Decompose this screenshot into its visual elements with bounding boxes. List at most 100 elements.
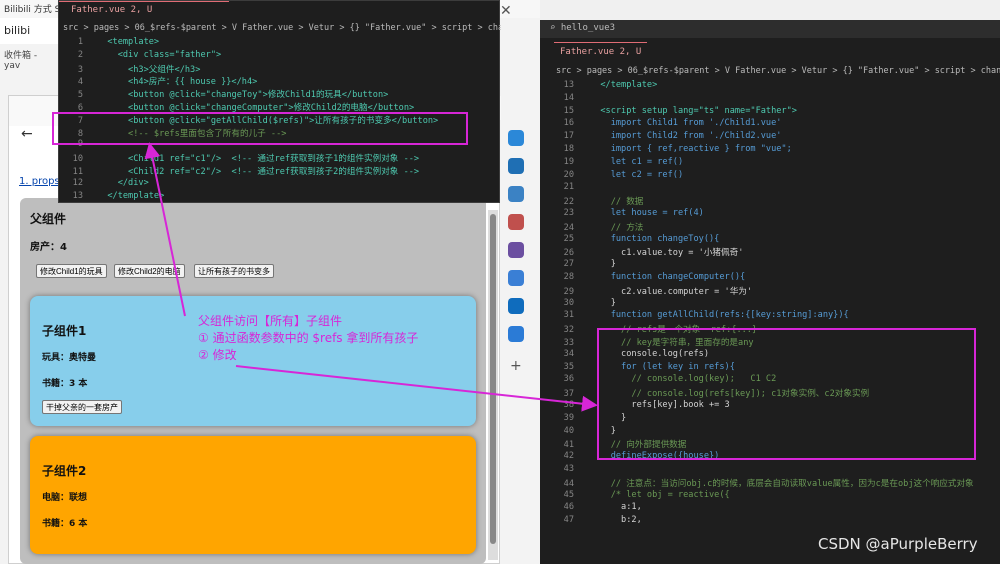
- editor-tab[interactable]: Father.vue 2, U: [554, 42, 648, 62]
- search-box[interactable]: ⌕ hello_vue3: [540, 20, 1000, 38]
- code-line: 43: [540, 464, 1000, 477]
- line-number: 39: [563, 412, 574, 423]
- bookmark-item[interactable]: 收件箱 - yav: [0, 44, 60, 71]
- code-text[interactable]: <script setup lang="ts" name="Father">: [590, 106, 797, 116]
- line-number: 35: [563, 361, 574, 372]
- code-text[interactable]: <h4>房产：{{ house }}</h4>: [97, 77, 257, 87]
- code-text[interactable]: import Child1 from './Child1.vue': [590, 118, 782, 128]
- line-number: 13: [72, 190, 83, 201]
- add-icon[interactable]: +: [510, 358, 522, 374]
- line-number: 27: [563, 259, 574, 270]
- code-popup-window: Father.vue 2, U src > pages > 06_$refs-$…: [58, 0, 501, 203]
- line-number: 16: [563, 118, 574, 129]
- tag-icon[interactable]: [508, 186, 524, 202]
- briefcase-icon[interactable]: [508, 214, 524, 230]
- breadcrumb: src > pages > 06_$refs-$parent > V Fathe…: [63, 23, 501, 33]
- line-number: 47: [563, 515, 574, 526]
- editor-tab[interactable]: Father.vue 2, U: [59, 1, 229, 19]
- line-number: 21: [563, 182, 574, 193]
- code-text[interactable]: <Child2 ref="c2"/> <!-- 通过ref获取到孩子2的组件实例…: [97, 167, 419, 177]
- code-line: 3 <h3>父组件</h3>: [59, 63, 501, 76]
- code-line: 22 // 数据: [540, 195, 1000, 208]
- code-text[interactable]: function getAllChild(refs:{[key:string]:…: [590, 310, 849, 320]
- line-number: 14: [563, 92, 574, 103]
- line-number: 13: [563, 80, 574, 90]
- highlight-box-template: [52, 112, 468, 145]
- code-text[interactable]: // 方法: [590, 223, 644, 233]
- child1-title: 子组件1: [42, 324, 87, 338]
- line-number: 24: [563, 222, 574, 233]
- send-icon[interactable]: [508, 326, 524, 342]
- scrollbar[interactable]: [488, 210, 498, 560]
- code-line: 24 // 方法: [540, 221, 1000, 234]
- code-text[interactable]: }: [590, 298, 616, 308]
- code-text[interactable]: <div class="father">: [97, 50, 222, 60]
- line-number: 18: [563, 143, 574, 154]
- code-text[interactable]: function changeComputer(){: [590, 272, 746, 282]
- line-number: 45: [563, 489, 574, 500]
- line-number: 37: [563, 389, 574, 400]
- annotation-text: 父组件访问【所有】子组件 ① 通过函数参数中的 $refs 拿到所有孩子 ② 修…: [198, 313, 418, 364]
- code-text[interactable]: let house = ref(4): [590, 208, 704, 218]
- copilot-icon[interactable]: [508, 130, 524, 146]
- code-line: 1 <template>: [59, 37, 501, 50]
- code-text[interactable]: // 数据: [590, 197, 644, 207]
- code-line: 15 <script setup lang="ts" name="Father"…: [540, 106, 1000, 119]
- code-text[interactable]: <template>: [97, 37, 159, 47]
- code-line: 17 import Child2 from './Child2.vue': [540, 131, 1000, 144]
- father-house: 房产：4: [30, 242, 67, 253]
- breadcrumb: src > pages > 06_$refs-$parent > V Fathe…: [556, 66, 1000, 76]
- line-number: 2: [77, 49, 83, 60]
- code-line: 13 </template>: [540, 80, 1000, 93]
- line-number: 1: [77, 37, 83, 47]
- code-line: 12 </div>: [59, 178, 501, 191]
- code-text[interactable]: c1.value.toy = '小猪佩奇': [590, 248, 743, 258]
- code-text[interactable]: <Child1 ref="c1"/> <!-- 通过ref获取到孩子1的组件实例…: [97, 154, 419, 164]
- get-all-child-button[interactable]: 让所有孩子的书变多: [194, 264, 274, 278]
- edge-icon[interactable]: [508, 270, 524, 286]
- search-icon[interactable]: [508, 158, 524, 174]
- line-number: 40: [563, 425, 574, 436]
- code-line: 31 function getAllChild(refs:{[key:strin…: [540, 310, 1000, 323]
- code-text[interactable]: a:1,: [590, 502, 642, 512]
- code-text[interactable]: b:2,: [590, 515, 642, 525]
- line-number: 4: [77, 77, 83, 88]
- code-text[interactable]: c2.value.computer = '华为': [590, 287, 752, 297]
- code-text[interactable]: import { ref,reactive } from "vue";: [590, 144, 792, 154]
- line-number: 44: [563, 478, 574, 489]
- line-number: 28: [563, 271, 574, 282]
- line-number: 19: [563, 156, 574, 167]
- line-number: 46: [563, 502, 574, 513]
- code-text[interactable]: let c2 = ref(): [590, 170, 683, 180]
- browser-tab[interactable]: bilibi: [0, 18, 60, 44]
- code-line: 2 <div class="father">: [59, 50, 501, 63]
- games-icon[interactable]: [508, 242, 524, 258]
- child2-component: 子组件2 电脑：联想 书籍：6 本: [30, 436, 476, 554]
- code-text[interactable]: </div>: [97, 178, 149, 188]
- change-toy-button[interactable]: 修改Child1的玩具: [36, 264, 107, 278]
- minus-house-button[interactable]: 干掉父亲的一套房产: [42, 400, 122, 414]
- line-number: 17: [563, 131, 574, 142]
- code-line: 10 <Child1 ref="c1"/> <!-- 通过ref获取到孩子1的组…: [59, 152, 501, 165]
- change-computer-button[interactable]: 修改Child2的电脑: [114, 264, 185, 278]
- code-text[interactable]: // 注意点：当访问obj.c的时候，底层会自动读取value属性，因为c是在o…: [590, 479, 974, 489]
- right-top-bar: [540, 0, 1000, 20]
- code-line: 5 <button @click="changeToy">修改Child1的玩具…: [59, 88, 501, 101]
- code-text[interactable]: /* let obj = reactive({: [590, 490, 730, 500]
- code-text[interactable]: </template>: [97, 191, 164, 201]
- code-text[interactable]: <h3>父组件</h3>: [97, 65, 200, 75]
- code-text[interactable]: }: [590, 259, 616, 269]
- line-number: 32: [563, 325, 574, 336]
- code-text[interactable]: <button @click="changeToy">修改Child1的玩具</…: [97, 90, 388, 100]
- code-line: 11 <Child2 ref="c2"/> <!-- 通过ref获取到孩子2的组…: [59, 165, 501, 178]
- code-text[interactable]: </template>: [590, 80, 657, 90]
- scrollbar-thumb[interactable]: [490, 214, 496, 544]
- outlook-icon[interactable]: [508, 298, 524, 314]
- code-text[interactable]: import Child2 from './Child2.vue': [590, 131, 782, 141]
- close-icon[interactable]: ✕: [500, 3, 512, 19]
- code-line: 44 // 注意点：当访问obj.c的时候，底层会自动读取value属性，因为c…: [540, 477, 1000, 490]
- line-number: 36: [563, 374, 574, 385]
- code-text[interactable]: function changeToy(){: [590, 234, 720, 244]
- father-title: 父组件: [30, 212, 67, 226]
- code-text[interactable]: let c1 = ref(): [590, 157, 683, 167]
